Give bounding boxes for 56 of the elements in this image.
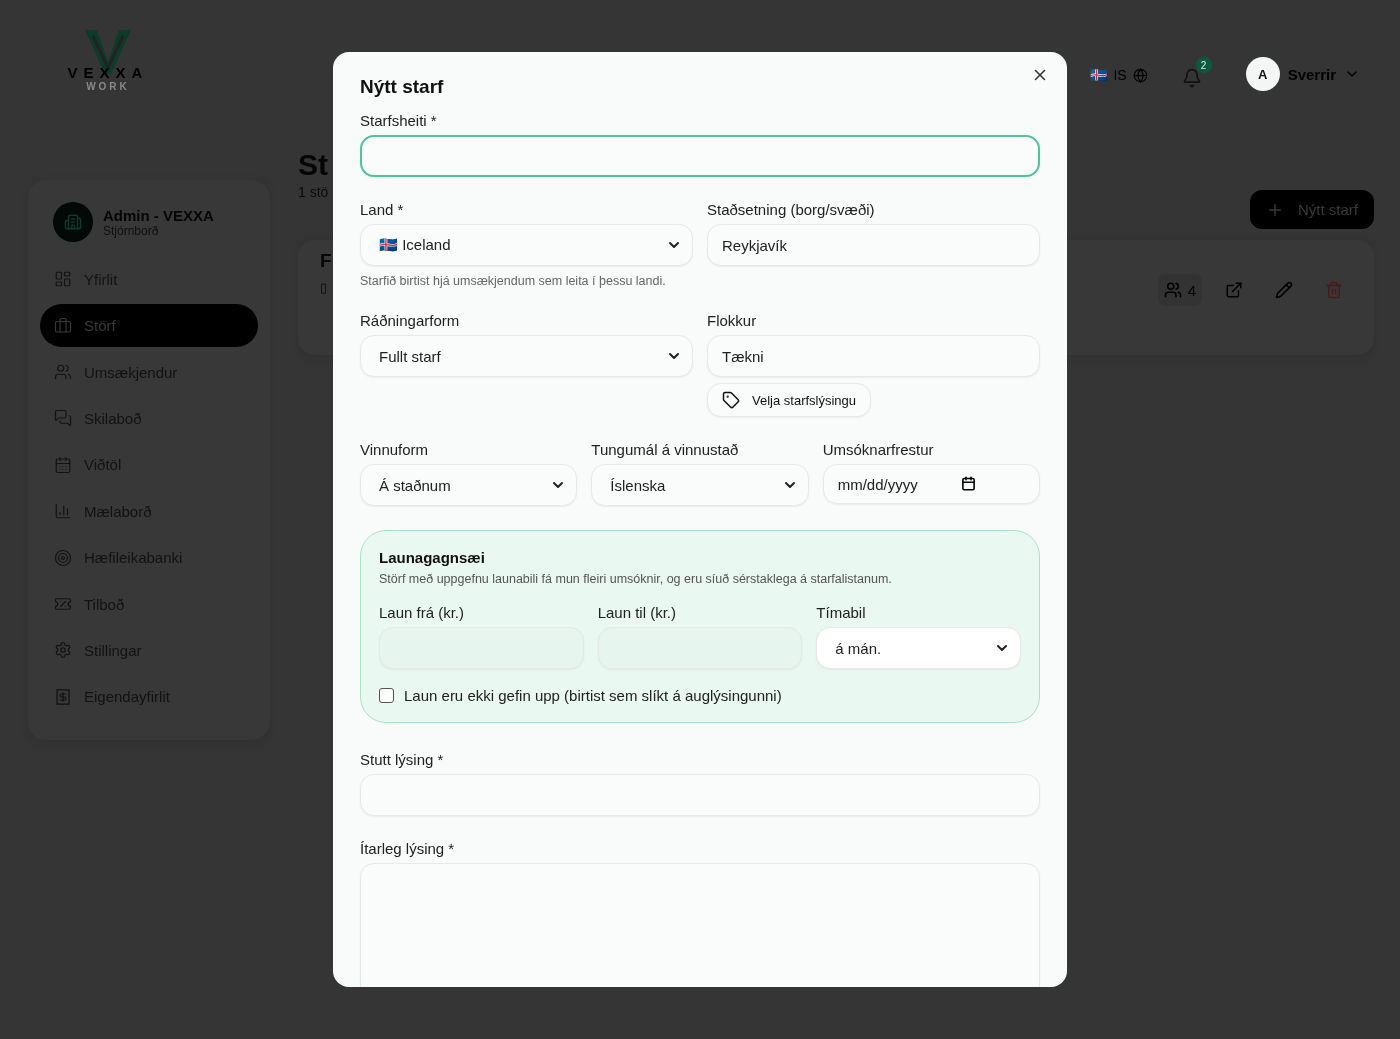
field-label: Vinnuform <box>360 441 430 458</box>
choose-template-button[interactable]: Velja starfslýsingu <box>707 383 872 417</box>
tag-icon <box>722 391 740 409</box>
text-field[interactable] <box>360 135 1040 177</box>
field-label: Starfsheiti * <box>360 112 438 129</box>
calendar-icon <box>960 476 976 491</box>
field-label: Land * <box>360 201 405 218</box>
target-icon <box>54 548 72 567</box>
bell-icon <box>1181 68 1202 88</box>
dialog-title: Nýtt starf <box>360 76 445 98</box>
field-label: Umsóknarfrestur <box>822 441 935 458</box>
external-link-icon <box>1225 281 1243 299</box>
dashboard-icon <box>54 270 72 289</box>
users-icon <box>54 363 72 381</box>
text-field[interactable]: Tækni <box>707 335 1040 377</box>
field-label: Staðsetning (borg/svæði) <box>707 201 876 218</box>
field-label: Laun til (kr.) <box>597 604 678 621</box>
salary-note: Störf með uppgefnu launabili fá mun fleiri umsóknir, og eru síuð sérstaklega á starfalistanum. <box>379 572 893 586</box>
select-field[interactable]: á mán. <box>816 627 1021 669</box>
trash-icon <box>1325 281 1343 299</box>
salary-hidden-checkbox[interactable]: Laun eru ekki gefin upp (birtist sem slíkt á auglýsingunni) <box>379 687 1021 704</box>
chat-icon <box>54 409 72 428</box>
select-field[interactable]: 🇮🇸 Iceland <box>360 224 693 266</box>
users-icon <box>1163 281 1182 299</box>
new-job-button[interactable]: Nýtt starf <box>1250 190 1374 229</box>
date-field[interactable]: mm/dd/yyyy <box>822 464 1040 504</box>
text-field[interactable]: Reykjavík <box>707 224 1040 266</box>
field-label: Stutt lýsing * <box>360 751 445 768</box>
sidebar-item[interactable]: Störf <box>40 304 258 347</box>
select-field[interactable]: Íslenska <box>591 464 809 506</box>
checkbox[interactable] <box>379 688 394 703</box>
logo-tagline: WORK <box>86 81 130 92</box>
job-subtitle: ▯ <box>320 280 328 295</box>
pencil-icon <box>1275 281 1293 299</box>
field-label: Laun frá (kr.) <box>379 604 466 621</box>
field-label: Ráðningarform <box>360 312 461 329</box>
receipt-icon <box>54 687 72 706</box>
bar-chart-icon <box>54 502 72 521</box>
logo-text: VEXXA <box>67 64 149 81</box>
calendar-icon <box>54 455 72 474</box>
textarea-field[interactable] <box>360 863 1040 987</box>
select-field[interactable]: Fullt starf <box>360 335 693 377</box>
field-label: Tungumál á vinnustað <box>591 441 740 458</box>
settings-icon <box>54 641 72 660</box>
hint-text: Starfið birtist hjá umsækjendum sem leita í þessu landi. <box>360 274 667 288</box>
select-field[interactable]: Á staðnum <box>360 464 578 506</box>
user-avatar: A <box>1245 57 1280 91</box>
organization-avatar <box>53 202 93 242</box>
field-label: Flokkur <box>707 312 758 329</box>
field-label: Ítarleg lýsing * <box>360 840 456 857</box>
notifications-button[interactable]: 2 <box>1181 57 1212 93</box>
salary-title: Launagagnsæi <box>379 549 486 566</box>
field-label: Tímabil <box>816 604 867 621</box>
briefcase-icon <box>54 316 72 335</box>
notification-count: 2 <box>1195 57 1212 73</box>
globe-icon <box>1132 67 1148 83</box>
